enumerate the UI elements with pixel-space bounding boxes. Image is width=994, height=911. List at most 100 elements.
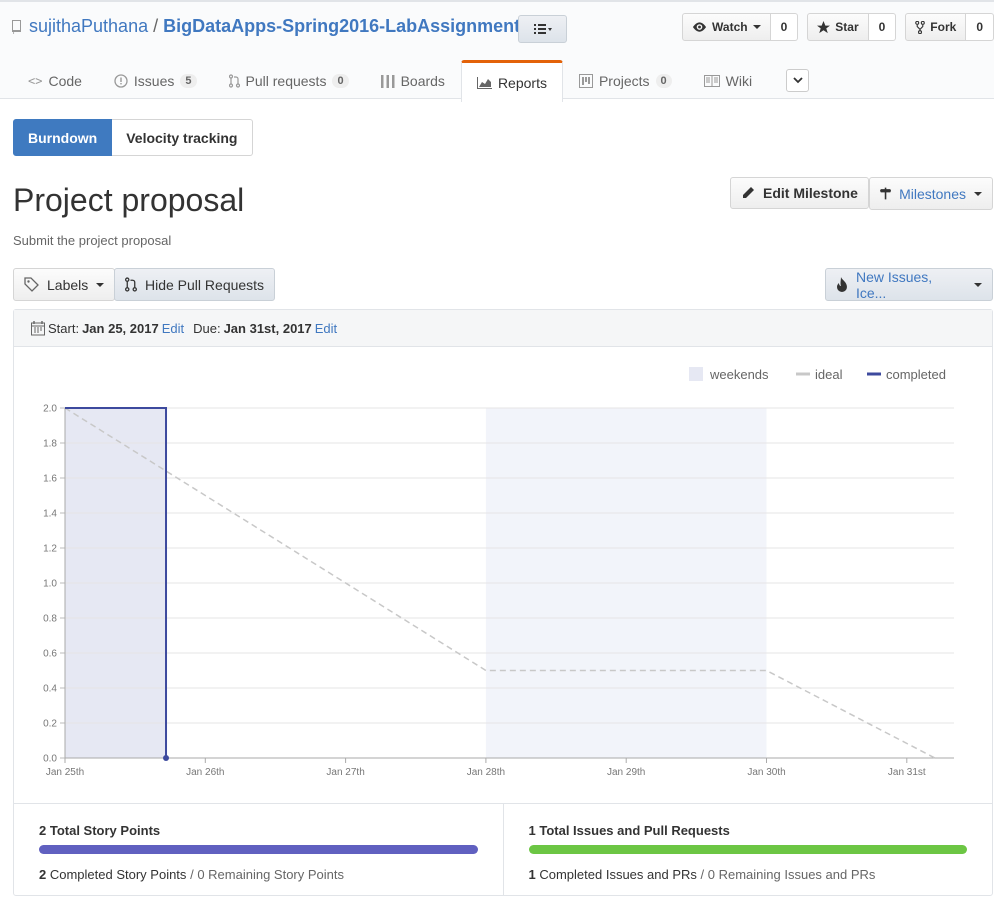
- story-points-total-num: 2: [39, 823, 47, 838]
- burndown-tab[interactable]: Burndown: [13, 119, 113, 156]
- y-tick-label: 1.0: [43, 579, 57, 590]
- repo-name-link[interactable]: BigDataApps-Spring2016-LabAssignments: [163, 16, 530, 37]
- milestones-label: Milestones: [899, 185, 966, 202]
- repo-icon: [12, 19, 21, 34]
- x-tick-label: Jan 27th: [326, 767, 364, 778]
- hide-pull-requests-label: Hide Pull Requests: [145, 276, 265, 293]
- pull-requests-counter: 0: [332, 74, 349, 88]
- start-date: Jan 25, 2017: [82, 320, 159, 336]
- x-tick-label: Jan 29th: [607, 767, 645, 778]
- fork-group: Fork 0: [905, 13, 994, 41]
- legend-swatch-weekends: [689, 367, 703, 381]
- projects-counter: 0: [655, 74, 672, 88]
- legend-label: ideal: [815, 367, 843, 382]
- star-label: Star: [835, 20, 859, 34]
- issue-filter-dropdown[interactable]: New Issues, Ice...: [825, 268, 993, 301]
- legend-label: completed: [886, 367, 946, 382]
- repo-owner-link[interactable]: sujithaPuthana: [29, 16, 148, 37]
- issues-completed-num: 1: [528, 867, 536, 882]
- tab-boards[interactable]: Boards: [365, 60, 461, 101]
- issues-total-num: 1: [528, 823, 536, 838]
- calendar-icon: [31, 320, 45, 335]
- fork-count[interactable]: 0: [966, 13, 994, 41]
- fork-button[interactable]: Fork: [905, 13, 967, 41]
- issues-counter: 5: [180, 74, 197, 88]
- tab-issues-label: Issues: [133, 73, 175, 89]
- milestone-icon: [880, 187, 892, 200]
- repo-list-menu-button[interactable]: [518, 15, 567, 43]
- watch-label: Watch: [712, 20, 748, 34]
- tab-wiki-label: Wiki: [725, 73, 753, 89]
- milestone-title: Project proposal: [13, 182, 245, 218]
- list-icon: [533, 24, 552, 34]
- tab-wiki[interactable]: Wiki: [688, 60, 768, 101]
- y-tick-label: 1.2: [43, 544, 57, 555]
- issues-stat: 1 Total Issues and Pull Requests 1 Compl…: [502, 804, 993, 895]
- book-icon: [703, 75, 720, 87]
- y-tick-label: 0.2: [43, 719, 57, 730]
- y-tick-label: 1.8: [43, 439, 57, 450]
- story-points-completed-num: 2: [39, 867, 47, 882]
- code-icon: <>: [28, 74, 43, 88]
- eye-icon: [692, 22, 707, 32]
- due-label: Due:: [193, 320, 221, 336]
- y-tick-label: 0.0: [43, 754, 57, 765]
- y-tick-label: 0.6: [43, 649, 57, 660]
- fork-icon: [915, 20, 926, 34]
- edit-milestone-label: Edit Milestone: [763, 185, 858, 201]
- graph-icon: [476, 76, 492, 89]
- chevron-down-icon: [752, 25, 761, 29]
- report-toggle: Burndown Velocity tracking: [13, 119, 253, 156]
- completed-point: [163, 755, 170, 761]
- tab-issues[interactable]: Issues 5: [98, 60, 213, 101]
- velocity-tracking-tab[interactable]: Velocity tracking: [112, 119, 253, 156]
- edit-milestone-button[interactable]: Edit Milestone: [730, 177, 869, 209]
- tab-pull-requests[interactable]: Pull requests 0: [213, 60, 365, 101]
- repo-separator: /: [153, 16, 159, 36]
- tab-reports-label: Reports: [497, 74, 547, 91]
- labels-dropdown[interactable]: Labels: [13, 268, 116, 301]
- hide-pull-requests-button[interactable]: Hide Pull Requests: [114, 268, 276, 301]
- issues-title: 1 Total Issues and Pull Requests: [529, 823, 968, 838]
- start-label: Start:: [48, 320, 80, 336]
- y-tick-label: 2.0: [43, 404, 57, 415]
- boards-icon: [380, 74, 395, 88]
- edit-start-link[interactable]: Edit: [162, 321, 184, 336]
- repo-title: sujithaPuthana / BigDataApps-Spring2016-…: [11, 16, 530, 37]
- tab-projects[interactable]: Projects 0: [563, 60, 688, 101]
- y-tick-label: 0.4: [43, 684, 57, 695]
- star-button[interactable]: Star: [807, 13, 869, 41]
- tab-reports[interactable]: Reports: [460, 60, 563, 102]
- flame-icon: [836, 277, 847, 292]
- story-points-remaining: 0 Remaining Story Points: [197, 867, 344, 882]
- pencil-icon: [743, 187, 754, 198]
- issues-progress-bar: [528, 845, 967, 854]
- issue-icon: [114, 74, 128, 88]
- x-tick-label: Jan 30th: [747, 767, 785, 778]
- issues-completed-label: Completed Issues and PRs: [539, 867, 697, 882]
- issues-separator: /: [700, 867, 705, 882]
- legend-label: weekends: [709, 367, 769, 382]
- x-tick-label: Jan 25th: [46, 767, 84, 778]
- watch-count[interactable]: 0: [770, 13, 799, 41]
- x-tick-label: Jan 28th: [467, 767, 505, 778]
- watch-button[interactable]: Watch: [682, 13, 771, 41]
- story-points-title: 2 Total Story Points: [39, 823, 478, 838]
- stats-footer: 2 Total Story Points 2 Completed Story P…: [14, 803, 992, 895]
- issues-breakdown: 1 Completed Issues and PRs / 0 Remaining…: [529, 867, 968, 882]
- chevron-down-icon: [974, 282, 982, 287]
- watch-group: Watch 0: [682, 13, 799, 41]
- star-group: Star 0: [807, 13, 897, 41]
- tab-code[interactable]: <> Code: [12, 60, 98, 101]
- milestone-description: Submit the project proposal: [13, 233, 172, 248]
- more-tabs-button[interactable]: [786, 69, 810, 92]
- milestones-dropdown[interactable]: Milestones: [869, 177, 993, 210]
- tab-projects-label: Projects: [598, 73, 650, 89]
- story-points-breakdown: 2 Completed Story Points / 0 Remaining S…: [39, 867, 478, 882]
- star-count[interactable]: 0: [868, 13, 897, 41]
- issues-remaining: 0 Remaining Issues and PRs: [707, 867, 876, 882]
- edit-due-link[interactable]: Edit: [315, 321, 337, 336]
- x-tick-label: Jan 26th: [186, 767, 224, 778]
- story-points-separator: /: [190, 867, 194, 882]
- tab-code-label: Code: [48, 73, 82, 89]
